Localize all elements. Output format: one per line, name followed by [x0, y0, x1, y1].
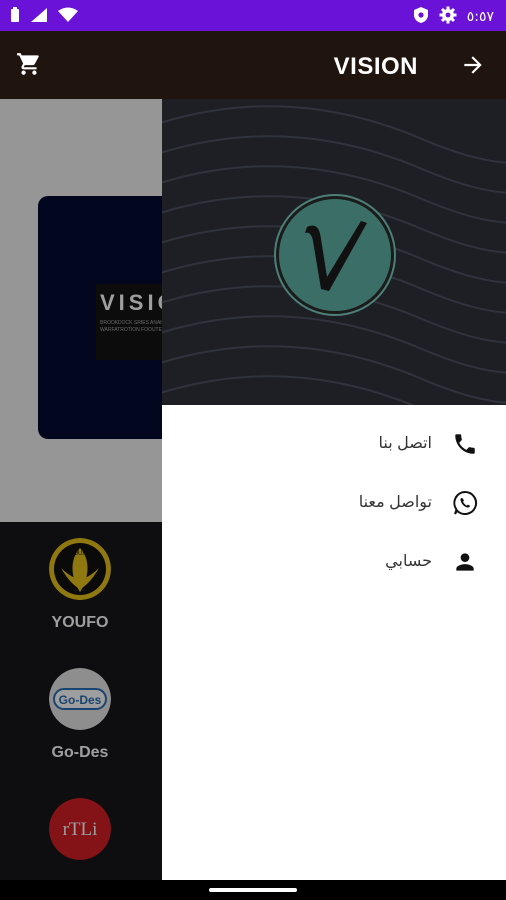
status-bar: ٥:٥٧ [0, 0, 506, 31]
drawer-menu: اتصل بنا تواصل معنا حسابي [162, 413, 506, 590]
system-nav-bar [0, 880, 506, 900]
navigation-drawer: V اتصل بنا تواصل معنا حسابي [162, 99, 506, 880]
settings-icon [439, 6, 457, 28]
app-title: VISION [333, 53, 418, 80]
arrow-forward-icon[interactable] [460, 52, 486, 83]
whatsapp-icon [452, 490, 478, 516]
phone-icon [452, 431, 478, 457]
menu-item-contact-us[interactable]: اتصل بنا [162, 413, 506, 472]
cart-icon[interactable] [16, 51, 42, 82]
shield-icon [413, 6, 429, 28]
menu-item-my-account[interactable]: حسابي [162, 531, 506, 590]
menu-item-label: اتصل بنا [378, 435, 433, 452]
home-indicator[interactable] [209, 888, 297, 892]
menu-item-label: حسابي [385, 553, 432, 570]
signal-icon [30, 7, 48, 28]
vision-logo: V [276, 196, 394, 314]
drawer-header: V [162, 99, 506, 405]
person-icon [452, 549, 478, 575]
battery-icon [10, 7, 20, 28]
status-time: ٥:٥٧ [466, 9, 494, 25]
app-bar: VISION [0, 31, 506, 99]
menu-item-label: تواصل معنا [358, 494, 432, 511]
menu-item-whatsapp[interactable]: تواصل معنا [162, 472, 506, 531]
wifi-icon [58, 7, 78, 28]
